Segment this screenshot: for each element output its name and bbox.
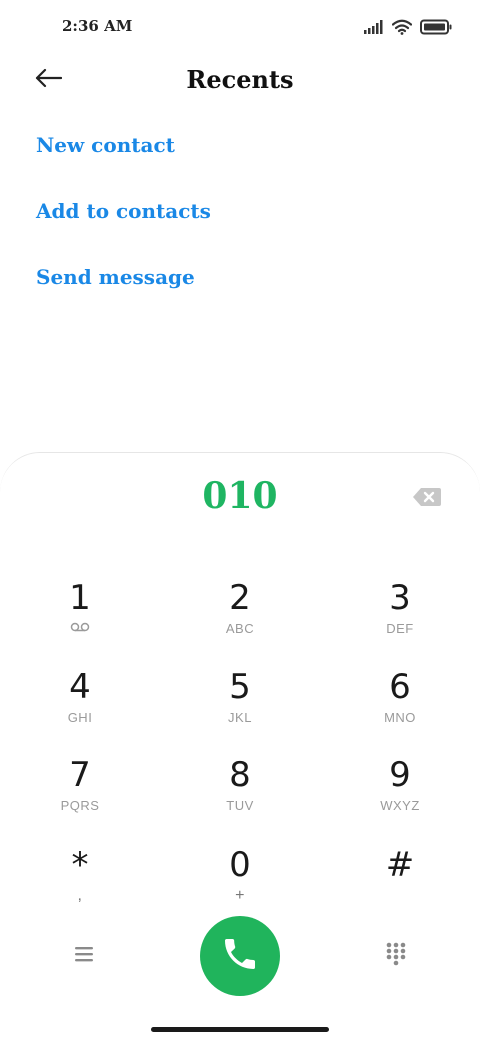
key-letters: TUV xyxy=(226,798,254,813)
key-digit: 6 xyxy=(389,667,411,707)
key-letters: WXYZ xyxy=(380,798,420,813)
key-letters: GHI xyxy=(67,710,93,725)
signal-icon xyxy=(364,20,384,34)
key-letters: + xyxy=(235,887,245,904)
key-digit: 2 xyxy=(229,578,251,618)
key-digit: 9 xyxy=(389,755,411,795)
keypad-toggle-button[interactable] xyxy=(376,936,416,976)
key-digit: 7 xyxy=(69,755,91,795)
entered-number: 010 xyxy=(202,475,278,517)
key-9[interactable]: 9 WXYZ xyxy=(340,755,460,825)
phone-icon xyxy=(220,934,260,978)
key-digit: 8 xyxy=(229,755,251,795)
key-digit: # xyxy=(385,845,415,885)
key-letters: JKL xyxy=(228,710,252,725)
key-letters: PQRS xyxy=(60,798,100,813)
key-letters: , xyxy=(77,887,83,904)
key-digit: 1 xyxy=(69,578,91,618)
backspace-button[interactable] xyxy=(412,486,442,508)
key-4[interactable]: 4 GHI xyxy=(20,667,140,737)
key-digit: 3 xyxy=(389,578,411,618)
send-message-link[interactable]: Send message xyxy=(36,265,195,289)
home-indicator[interactable] xyxy=(151,1027,329,1032)
key-letters: DEF xyxy=(386,621,414,636)
add-to-contacts-link[interactable]: Add to contacts xyxy=(36,199,211,223)
key-7[interactable]: 7 PQRS xyxy=(20,755,140,825)
battery-icon xyxy=(420,19,452,35)
key-hash[interactable]: # xyxy=(340,845,460,915)
menu-icon xyxy=(73,945,95,967)
voicemail-icon xyxy=(70,621,90,637)
status-icons xyxy=(364,16,452,38)
call-button[interactable] xyxy=(200,916,280,996)
key-1[interactable]: 1 xyxy=(20,578,140,648)
key-letters: MNO xyxy=(384,710,416,725)
backspace-icon xyxy=(412,488,442,512)
keypad-icon xyxy=(385,941,407,971)
new-contact-link[interactable]: New contact xyxy=(36,133,175,157)
status-time: 2:36 AM xyxy=(62,17,133,35)
wifi-icon xyxy=(392,19,412,35)
menu-button[interactable] xyxy=(64,940,104,972)
key-2[interactable]: 2 ABC xyxy=(180,578,300,648)
key-star[interactable]: * , xyxy=(20,845,140,915)
key-digit: 0 xyxy=(229,845,251,885)
key-digit: 5 xyxy=(229,667,251,707)
key-5[interactable]: 5 JKL xyxy=(180,667,300,737)
key-letters: ABC xyxy=(225,621,255,636)
key-6[interactable]: 6 MNO xyxy=(340,667,460,737)
status-bar: 2:36 AM xyxy=(0,0,480,56)
key-3[interactable]: 3 DEF xyxy=(340,578,460,648)
key-0[interactable]: 0 + xyxy=(180,845,300,915)
key-digit: * xyxy=(71,845,89,885)
key-8[interactable]: 8 TUV xyxy=(180,755,300,825)
key-digit: 4 xyxy=(69,667,91,707)
page-title: Recents xyxy=(186,65,294,94)
